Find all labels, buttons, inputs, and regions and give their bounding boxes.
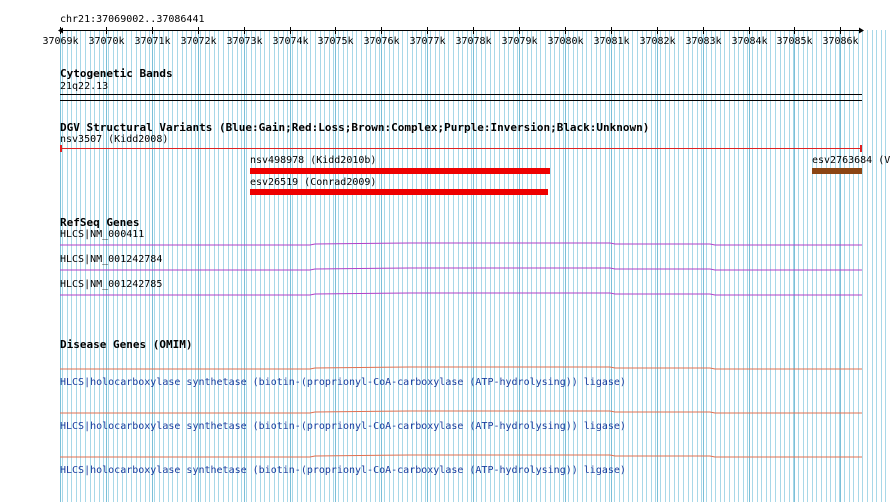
track-layer: chr21:37069002..37086441 37069k 37070k 370…: [0, 0, 890, 502]
omim-gene-model[interactable]: [60, 454, 862, 458]
omim-gene-model[interactable]: [60, 366, 862, 370]
genome-browser: chr21:37069002..37086441 37069k 37070k 370…: [0, 0, 890, 502]
omim-gene-model[interactable]: [60, 410, 862, 414]
omim-gene-models[interactable]: [0, 0, 890, 502]
